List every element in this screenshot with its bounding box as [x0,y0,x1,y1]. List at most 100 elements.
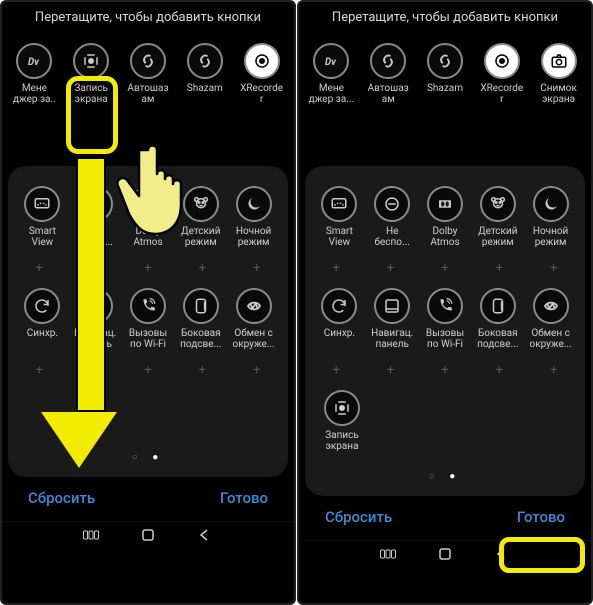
shazam-icon[interactable] [427,43,463,79]
sync-icon[interactable] [321,288,357,324]
tile-zapis-ekrana-placed[interactable]: Записьэкрана [315,390,369,463]
tile-obmen[interactable]: Обмен сокруже... [524,288,577,361]
tile-vyzovy-wifi[interactable]: Вызовыпо Wi-Fi [419,288,472,361]
night-icon[interactable] [236,186,272,222]
done-button[interactable]: Готово [220,489,268,507]
night-icon[interactable] [533,186,569,222]
rec2-icon[interactable] [484,43,520,79]
svg-text:Dv: Dv [325,57,337,68]
tile-shazam[interactable]: Shazam [418,43,472,116]
tile-label: Синхр. [27,328,58,361]
dolby-icon[interactable] [427,186,463,222]
tile-smart-view[interactable]: SmartView [16,186,69,259]
tile-avtoshazam[interactable]: Автошазам [121,43,175,116]
recents-icon[interactable] [377,547,399,561]
drop-row: +++++ [309,361,581,384]
kids-icon[interactable] [480,186,516,222]
page-indicator[interactable]: ○ ● [309,463,581,490]
tile-xrecorder[interactable]: XRecorder [235,43,289,116]
android-navbar [2,521,294,546]
tile-shazam[interactable]: Shazam [178,43,232,116]
dolby-icon[interactable] [130,186,166,222]
tile-xrecorder[interactable]: XRecorder [475,43,529,116]
tile-sinhr[interactable]: Синхр. [313,288,366,361]
rec2-icon[interactable] [244,43,280,79]
tile-snimok-ekrana[interactable]: Снимокэкрана [532,43,586,116]
tile-label: Детскийрежим [478,226,517,259]
tile-label: Вызовыпо Wi-Fi [426,328,464,361]
tile-label: Записьэкрана [325,430,359,463]
available-tiles-row: DvМенеджер за...Автошазам Shazam XRecorder… [299,37,591,116]
edge-icon[interactable] [480,288,516,324]
tile-label: SmartView [326,226,353,259]
dv-icon[interactable]: Dv [313,43,349,79]
recents-icon[interactable] [80,528,102,542]
screenrec-icon[interactable] [73,43,109,79]
android-navbar [299,540,591,565]
tile-bokovaya[interactable]: Боковаяподсве... [471,288,524,361]
tile-label: DolbyAtmos [430,226,459,259]
wificall-icon[interactable] [427,288,463,324]
footer: Сбросить Готово [2,477,294,521]
tile-detskiy-rezhim[interactable]: Детскийрежим [471,186,524,259]
tile-label: Детскийрежим [181,226,220,259]
navpanel-icon[interactable] [77,288,113,324]
tile-avtoshazam[interactable]: Автошазам [361,43,415,116]
tile-navigats[interactable]: Навигац.панель [366,288,419,361]
svg-text:Dv: Dv [28,57,40,68]
back-icon[interactable] [194,528,216,542]
reset-button[interactable]: Сбросить [28,489,95,507]
tile-dolby-atmos[interactable]: DolbyAtmos [122,186,175,259]
dnd-icon[interactable] [77,186,113,222]
tile-label: Вызовыпо Wi-Fi [129,328,167,361]
tile-label: Боковаяподсве... [180,328,221,361]
tile-menedzher-za[interactable]: DvМенеджер за... [304,43,358,116]
tile-label: Обмен сокруже... [232,328,274,361]
tile-label: Ночнойрежим [236,226,272,259]
tile-navigats[interactable]: Навигац.панель [69,288,122,361]
reset-button[interactable]: Сбросить [325,508,392,526]
kids-icon[interactable] [183,186,219,222]
tile-nochnoy-rezhim[interactable]: Ночнойрежим [524,186,577,259]
tile-label: DolbyAtmos [133,226,162,259]
home-icon[interactable] [434,547,456,561]
dv-icon[interactable]: Dv [16,43,52,79]
shazam-icon[interactable] [370,43,406,79]
share-icon[interactable] [236,288,272,324]
screenrec-icon[interactable] [324,390,360,426]
back-icon[interactable] [491,547,513,561]
tile-vyzovy-wifi[interactable]: Вызовыпо Wi-Fi [122,288,175,361]
shazam-icon[interactable] [130,43,166,79]
share-icon[interactable] [533,288,569,324]
tile-smart-view[interactable]: SmartView [313,186,366,259]
tile-sinhr[interactable]: Синхр. [16,288,69,361]
tile-detskiy-rezhim[interactable]: Детскийрежим [174,186,227,259]
dnd-icon[interactable] [374,186,410,222]
edge-icon[interactable] [183,288,219,324]
camera-icon[interactable] [541,43,577,79]
tile-label: Автошазам [127,83,168,116]
tile-zapis-ekrana[interactable]: Записьэкрана [64,43,118,116]
tile-label: Синхр. [324,328,355,361]
tile-obmen[interactable]: Обмен сокруже... [227,288,280,361]
tile-ne-bespo[interactable]: Небеспо... [69,186,122,259]
tile-label: Shazam [427,83,463,116]
navpanel-icon[interactable] [374,288,410,324]
tile-bokovaya[interactable]: Боковаяподсве... [174,288,227,361]
wificall-icon[interactable] [130,288,166,324]
tile-label: Обмен сокруже... [529,328,571,361]
tile-ne-bespo[interactable]: Небеспо... [366,186,419,259]
done-button[interactable]: Готово [517,508,565,526]
sync-icon[interactable] [24,288,60,324]
tile-menedzher-za[interactable]: Dv Менеджер за.. [7,43,61,116]
smartview-icon[interactable] [321,186,357,222]
tile-dolby-atmos[interactable]: DolbyAtmos [419,186,472,259]
home-icon[interactable] [137,528,159,542]
tile-label: Снимокэкрана [540,83,577,116]
shazam-icon[interactable] [187,43,223,79]
smartview-icon[interactable] [24,186,60,222]
page-indicator[interactable]: ○ ● [12,444,284,471]
tile-nochnoy-rezhim[interactable]: Ночнойрежим [227,186,280,259]
tile-label: Менеджер за.. [13,83,56,116]
available-tiles-row: Dv Менеджер за..Записьэкрана Автошазам Shaz… [2,37,294,116]
